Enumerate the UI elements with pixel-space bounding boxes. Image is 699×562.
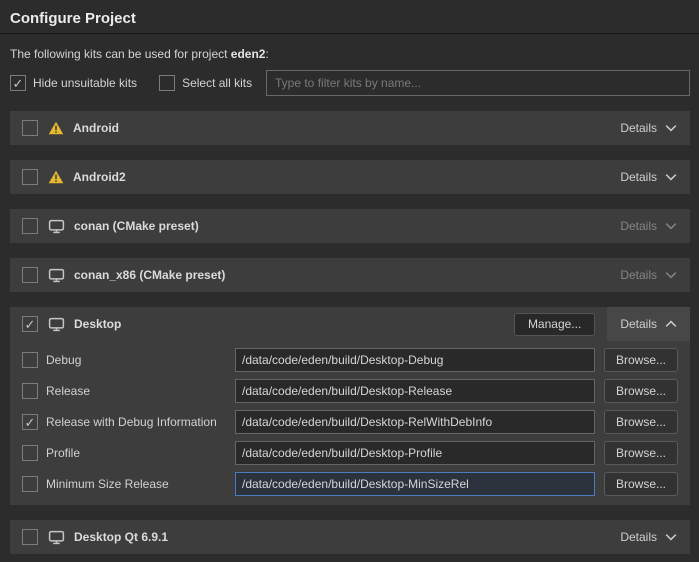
details-toggle[interactable]: Details bbox=[607, 520, 690, 554]
build-config-label: Release with Debug Information bbox=[46, 415, 235, 429]
chevron-down-icon bbox=[665, 533, 677, 541]
kit-row-desktop-qt: Desktop Qt 6.9.1 Details bbox=[10, 520, 690, 554]
build-config-row-debug: Debug Browse... bbox=[22, 348, 678, 372]
details-label: Details bbox=[620, 268, 657, 282]
warning-icon bbox=[48, 170, 64, 184]
kit-name: Android2 bbox=[73, 170, 126, 184]
browse-button[interactable]: Browse... bbox=[604, 379, 678, 403]
chevron-down-icon bbox=[665, 271, 677, 279]
configure-project-page: Configure Project The following kits can… bbox=[0, 0, 699, 562]
desktop-icon bbox=[48, 268, 65, 283]
build-dir-input[interactable] bbox=[235, 441, 595, 465]
warning-icon bbox=[48, 121, 64, 135]
kit-row-android: Android Details bbox=[10, 111, 690, 145]
select-all-kits-label: Select all kits bbox=[182, 76, 252, 90]
filter-bar: Hide unsuitable kits Select all kits bbox=[10, 70, 690, 96]
hide-unsuitable-kits-label: Hide unsuitable kits bbox=[33, 76, 137, 90]
desktop-icon bbox=[48, 530, 65, 545]
manage-kits-button[interactable]: Manage... bbox=[514, 313, 595, 336]
details-label: Details bbox=[620, 219, 657, 233]
kit-filter-input[interactable] bbox=[266, 70, 690, 96]
kit-name: Desktop Qt 6.9.1 bbox=[74, 530, 168, 544]
kit-checkbox[interactable] bbox=[22, 218, 38, 234]
browse-button[interactable]: Browse... bbox=[604, 472, 678, 496]
build-config-checkbox[interactable] bbox=[22, 414, 38, 430]
build-config-checkbox[interactable] bbox=[22, 383, 38, 399]
build-config-checkbox[interactable] bbox=[22, 476, 38, 492]
details-toggle[interactable]: Details bbox=[607, 258, 690, 292]
details-toggle[interactable]: Details bbox=[607, 160, 690, 194]
kit-panel-desktop: Desktop Manage... Details Debug Browse..… bbox=[10, 307, 690, 505]
kit-checkbox[interactable] bbox=[22, 529, 38, 545]
build-dir-input[interactable] bbox=[235, 348, 595, 372]
kit-row-desktop: Desktop Manage... Details bbox=[10, 307, 690, 341]
kit-checkbox[interactable] bbox=[22, 316, 38, 332]
desktop-icon bbox=[48, 317, 65, 332]
build-config-row-release: Release Browse... bbox=[22, 379, 678, 403]
kit-name: Android bbox=[73, 121, 119, 135]
details-label: Details bbox=[620, 530, 657, 544]
title-divider bbox=[0, 33, 699, 34]
kit-row-android2: Android2 Details bbox=[10, 160, 690, 194]
kit-checkbox[interactable] bbox=[22, 267, 38, 283]
details-label: Details bbox=[620, 170, 657, 184]
kit-row-conan-x86: conan_x86 (CMake preset) Details bbox=[10, 258, 690, 292]
kits-description-colon: : bbox=[265, 47, 268, 61]
kit-name: conan_x86 (CMake preset) bbox=[74, 268, 225, 282]
chevron-down-icon bbox=[665, 222, 677, 230]
build-dir-input[interactable] bbox=[235, 472, 595, 496]
project-name: eden2 bbox=[231, 47, 266, 61]
chevron-down-icon bbox=[665, 173, 677, 181]
build-config-label: Release bbox=[46, 384, 235, 398]
hide-unsuitable-kits-checkbox[interactable]: Hide unsuitable kits bbox=[10, 75, 137, 91]
page-title: Configure Project bbox=[0, 0, 699, 33]
build-config-checkbox[interactable] bbox=[22, 352, 38, 368]
details-label: Details bbox=[620, 317, 657, 331]
build-config-label: Minimum Size Release bbox=[46, 477, 235, 491]
details-label: Details bbox=[620, 121, 657, 135]
details-toggle[interactable]: Details bbox=[607, 209, 690, 243]
kits-description: The following kits can be used for proje… bbox=[10, 47, 689, 61]
build-config-label: Debug bbox=[46, 353, 235, 367]
build-config-row-profile: Profile Browse... bbox=[22, 441, 678, 465]
browse-button[interactable]: Browse... bbox=[604, 348, 678, 372]
kit-row-conan: conan (CMake preset) Details bbox=[10, 209, 690, 243]
browse-button[interactable]: Browse... bbox=[604, 441, 678, 465]
select-all-kits-checkbox[interactable]: Select all kits bbox=[159, 75, 252, 91]
build-dir-input[interactable] bbox=[235, 379, 595, 403]
kit-name: conan (CMake preset) bbox=[74, 219, 199, 233]
build-config-row-minsizerel: Minimum Size Release Browse... bbox=[22, 472, 678, 496]
kit-name: Desktop bbox=[74, 317, 121, 331]
build-config-row-relwithdebinfo: Release with Debug Information Browse... bbox=[22, 410, 678, 434]
desktop-icon bbox=[48, 219, 65, 234]
chevron-down-icon bbox=[665, 124, 677, 132]
chevron-up-icon bbox=[665, 320, 677, 328]
kit-checkbox[interactable] bbox=[22, 120, 38, 136]
build-dir-input[interactable] bbox=[235, 410, 595, 434]
kits-description-text: The following kits can be used for proje… bbox=[10, 47, 231, 61]
build-config-label: Profile bbox=[46, 446, 235, 460]
details-toggle[interactable]: Details bbox=[607, 307, 690, 341]
details-toggle[interactable]: Details bbox=[607, 111, 690, 145]
checkbox-icon[interactable] bbox=[10, 75, 26, 91]
kit-checkbox[interactable] bbox=[22, 169, 38, 185]
checkbox-icon[interactable] bbox=[159, 75, 175, 91]
build-config-checkbox[interactable] bbox=[22, 445, 38, 461]
browse-button[interactable]: Browse... bbox=[604, 410, 678, 434]
